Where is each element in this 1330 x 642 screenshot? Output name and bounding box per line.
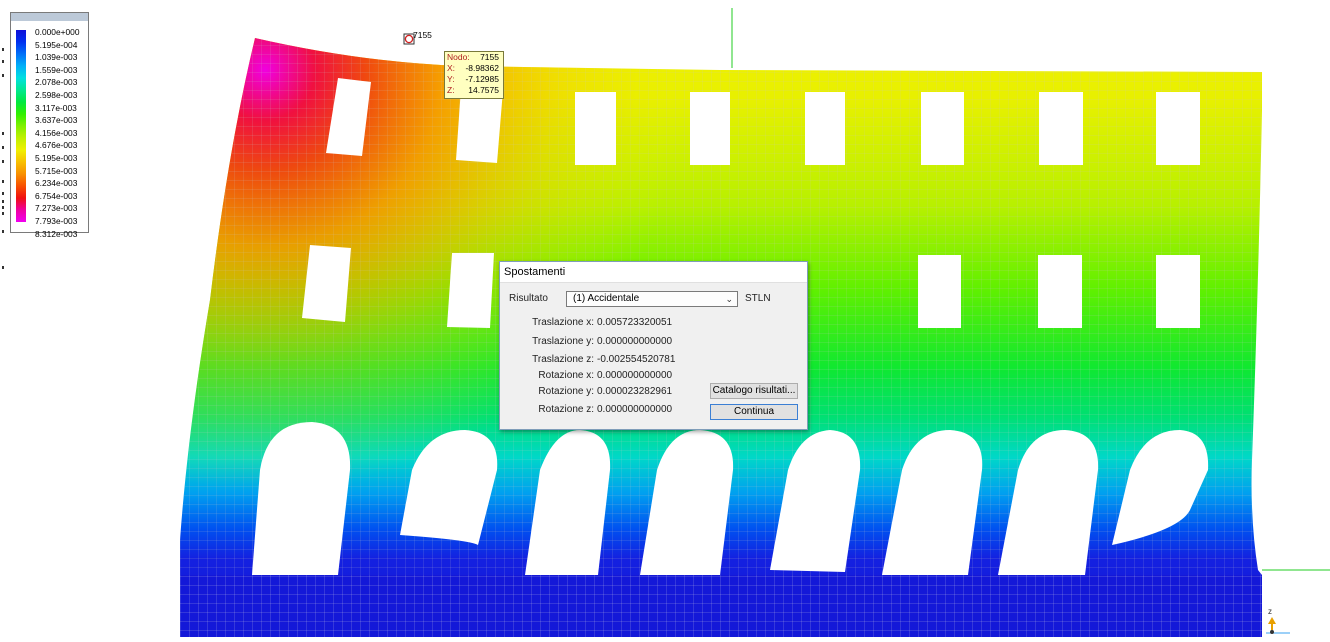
legend-value: 5.195e-003 (35, 153, 78, 163)
legend-value: 1.559e-003 (35, 64, 78, 75)
legend-value: 3.117e-003 (35, 102, 77, 113)
legend-value: 4.676e-003 (35, 140, 78, 151)
tooltip-row-z: Z: 14.7575 (447, 85, 499, 95)
tooltip-row-x: X: -8.98362 (447, 63, 499, 73)
tooltip-row-nodo: Nodo: 7155 (447, 52, 499, 62)
legend-titlebar (11, 13, 88, 21)
traslazione-z-label: Traslazione z: (532, 354, 594, 365)
traslazione-y-value: 0.000000000000 (597, 336, 673, 347)
node-info-tooltip: Nodo: 7155 X: -8.98362 Y: -7.12985 Z: 14.757… (444, 51, 504, 99)
legend-value: 8.312e-003 (35, 228, 78, 239)
legend-value: 6.234e-003 (35, 178, 78, 189)
rotazione-z-label: Rotazione z: (538, 404, 594, 415)
legend-value: 4.156e-003 (35, 127, 78, 138)
spostamenti-dialog[interactable]: Spostamenti Risultato (1) Accidentale ⌄ … (499, 261, 808, 430)
dialog-title[interactable]: Spostamenti (500, 262, 807, 283)
chevron-down-icon: ⌄ (725, 294, 733, 304)
legend-value: 7.793e-003 (35, 216, 78, 226)
stln-label: STLN (745, 293, 771, 304)
rotazione-x-value: 0.000000000000 (597, 370, 673, 381)
legend-value: 1.039e-003 (35, 52, 78, 63)
node-id-label: 7155 (413, 30, 432, 40)
traslazione-x-value: 0.005723320051 (597, 317, 673, 328)
risultato-select[interactable]: (1) Accidentale ⌄ (566, 291, 738, 307)
legend-value: 2.078e-003 (35, 77, 78, 88)
axis-z-label: z (1268, 607, 1272, 616)
rotazione-x-label: Rotazione x: (538, 370, 594, 381)
continua-button[interactable]: Continua (710, 404, 798, 420)
axis-indicator (1266, 617, 1290, 634)
left-toolbar-ticks (2, 48, 4, 269)
traslazione-z-value: -0.002554520781 (597, 354, 676, 365)
risultato-label: Risultato (509, 293, 548, 304)
legend-value: 5.195e-004 (35, 39, 78, 50)
legend-value: 6.754e-003 (35, 190, 78, 201)
tooltip-row-y: Y: -7.12985 (447, 74, 499, 84)
rotazione-z-value: 0.000000000000 (597, 404, 673, 415)
legend-value: 2.598e-003 (35, 90, 78, 100)
legend-value: 7.273e-003 (35, 203, 78, 214)
color-legend: 0.000e+000 5.195e-004 1.039e-003 1.559e-003… (10, 12, 89, 239)
rotazione-y-label: Rotazione y: (538, 386, 594, 397)
legend-value: 0.000e+000 (35, 27, 80, 37)
risultato-select-value: (1) Accidentale (573, 293, 640, 304)
legend-color-bar (16, 30, 26, 222)
traslazione-x-label: Traslazione x: (532, 317, 594, 328)
catalogo-risultati-button[interactable]: Catalogo risultati... (710, 383, 798, 399)
legend-value: 3.637e-003 (35, 115, 78, 126)
traslazione-y-label: Traslazione y: (532, 336, 594, 347)
rotazione-y-value: 0.000023282961 (597, 386, 673, 397)
fem-viewport[interactable]: 0.000e+000 5.195e-004 1.039e-003 1.559e-003… (0, 0, 1330, 637)
legend-value: 5.715e-003 (35, 165, 78, 176)
